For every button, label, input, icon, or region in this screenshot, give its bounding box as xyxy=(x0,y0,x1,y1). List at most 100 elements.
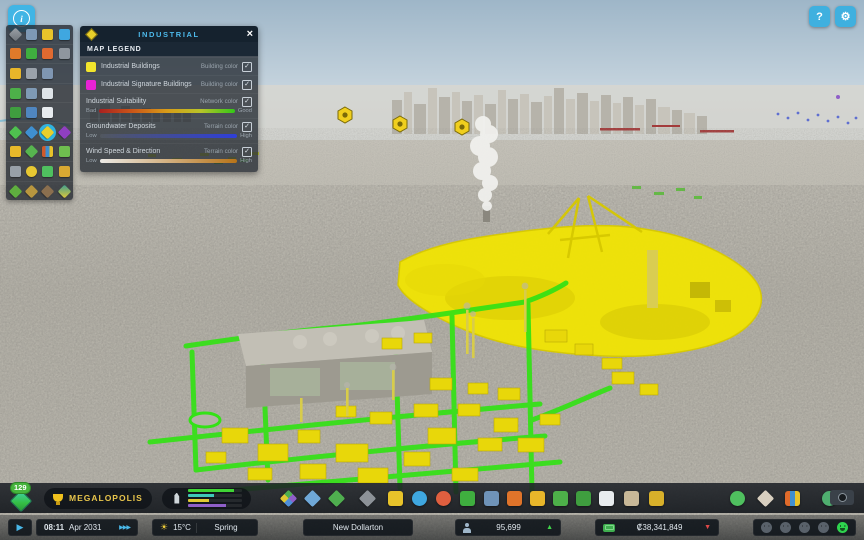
sidebar-item-fertility[interactable] xyxy=(7,123,23,141)
happiness-pill[interactable] xyxy=(753,519,856,536)
tool-healthcare[interactable] xyxy=(436,491,451,506)
legend-row: Wind Speed & DirectionTerrain color✓LowH… xyxy=(80,143,258,168)
sidebar-item-water-resources[interactable] xyxy=(23,123,39,141)
speed-controls[interactable]: ▶▶▶ xyxy=(119,524,130,531)
sidebar-item-noise[interactable] xyxy=(7,162,23,180)
resource-marker-icon[interactable] xyxy=(338,107,352,123)
weather-pill[interactable]: ☀ 15°C Spring xyxy=(152,519,258,536)
sidebar-row xyxy=(6,44,73,64)
gradient-high-label: Good xyxy=(238,108,252,114)
photo-mode-button[interactable] xyxy=(830,490,854,505)
sidebar-item-economy[interactable] xyxy=(40,162,56,180)
city-name-pill[interactable]: New Dollarton xyxy=(303,519,413,536)
sidebar-item-zones[interactable] xyxy=(23,25,39,43)
sidebar-item-water[interactable] xyxy=(56,25,72,43)
sidebar-item-happiness[interactable] xyxy=(23,162,39,180)
sidebar-item-land-value[interactable] xyxy=(56,162,72,180)
tool-electricity[interactable] xyxy=(388,491,403,506)
resource-marker-icon[interactable] xyxy=(393,116,407,132)
milestone-widget[interactable]: 129 xyxy=(8,485,36,511)
tool-garbage[interactable] xyxy=(460,491,475,506)
game-viewport: i ? ⚙ INDUSTRIAL × MAP LEGEND Industrial… xyxy=(0,0,864,540)
gradient-bar xyxy=(100,159,237,163)
factory-building[interactable] xyxy=(238,320,432,408)
legend-checkbox[interactable]: ✓ xyxy=(242,80,252,90)
happiness-face-icon xyxy=(780,522,791,533)
tool-roads[interactable] xyxy=(359,489,376,506)
tool-signature-buildings[interactable] xyxy=(304,489,321,506)
population-icon xyxy=(463,523,471,533)
tool-city-journal[interactable] xyxy=(757,489,774,506)
sidebar-item-fire[interactable] xyxy=(40,45,56,63)
legend-checkbox[interactable]: ✓ xyxy=(242,62,252,72)
play-pause-button[interactable]: ▶ xyxy=(8,519,32,536)
parks-icon xyxy=(10,107,21,118)
legend-color-type: Terrain color xyxy=(204,148,238,155)
happiness-face-icon xyxy=(799,522,810,533)
tool-zones[interactable] xyxy=(280,489,297,506)
sidebar-item-garbage[interactable] xyxy=(23,45,39,63)
ore-resources-icon xyxy=(41,184,55,198)
sidebar-item-statistics[interactable] xyxy=(40,143,56,161)
tool-economy[interactable] xyxy=(730,491,745,506)
legend-checkbox[interactable]: ✓ xyxy=(242,147,252,157)
tool-water-sewage[interactable] xyxy=(412,491,427,506)
ore-icon xyxy=(57,125,71,139)
land-value-icon xyxy=(59,166,70,177)
population-pill[interactable]: 95,699 ▲ xyxy=(455,519,561,536)
sidebar-item-oil[interactable] xyxy=(56,182,72,200)
tool-parks-recreation[interactable] xyxy=(576,491,591,506)
legend-checkbox[interactable]: ✓ xyxy=(242,97,252,107)
tool-landscaping[interactable] xyxy=(624,491,639,506)
sidebar-item-healthcare[interactable] xyxy=(7,45,23,63)
demand-bar-track xyxy=(188,504,242,507)
resource-marker-icon[interactable] xyxy=(455,119,469,135)
sidebar-item-transportation[interactable] xyxy=(7,84,23,102)
legend-gradient-row: LowHigh xyxy=(86,132,252,140)
sidebar-item-fertile-land[interactable] xyxy=(23,182,39,200)
tool-education[interactable] xyxy=(484,491,499,506)
sidebar-item-parks[interactable] xyxy=(7,104,23,122)
demand-bar-track xyxy=(188,499,242,502)
sidebar-item-land-use[interactable] xyxy=(23,143,39,161)
demand-pill[interactable] xyxy=(162,488,251,509)
sidebar-item-tourism[interactable] xyxy=(23,104,39,122)
tool-vehicle-depot[interactable] xyxy=(649,491,664,506)
settings-button[interactable]: ⚙ xyxy=(835,6,856,27)
tool-fire-rescue[interactable] xyxy=(507,491,522,506)
sidebar-row xyxy=(6,142,73,162)
legend-row: Industrial Signature BuildingsBuilding c… xyxy=(80,75,258,93)
sidebar-item-forestry[interactable] xyxy=(7,182,23,200)
sidebar-item-ore[interactable] xyxy=(56,123,72,141)
close-icon[interactable]: × xyxy=(247,27,253,41)
sidebar-item-police[interactable] xyxy=(7,64,23,82)
sidebar-item-maintenance[interactable] xyxy=(56,45,72,63)
sidebar-item-telecom[interactable] xyxy=(40,84,56,102)
sidebar-item-education[interactable] xyxy=(40,64,56,82)
tool-statistics[interactable] xyxy=(785,491,800,506)
administration-icon xyxy=(26,68,37,79)
sidebar-item-pollution[interactable] xyxy=(56,143,72,161)
sidebar-item-housing[interactable] xyxy=(7,143,23,161)
legend-checkbox[interactable]: ✓ xyxy=(242,122,252,132)
sidebar-item-post[interactable] xyxy=(23,84,39,102)
tool-police[interactable] xyxy=(530,491,545,506)
sidebar-item-roads[interactable] xyxy=(7,25,23,43)
tool-transportation[interactable] xyxy=(553,491,568,506)
sidebar-item-ore-resources[interactable] xyxy=(40,182,56,200)
milestone-title-pill[interactable]: MEGALOPOLIS xyxy=(44,488,152,509)
garbage-icon xyxy=(26,48,37,59)
sidebar-row xyxy=(6,122,73,142)
tool-communications[interactable] xyxy=(599,491,614,506)
money-pill[interactable]: ₡38,341,849 ▼ xyxy=(595,519,719,536)
tool-areas[interactable] xyxy=(328,489,345,506)
sidebar-item-electricity[interactable] xyxy=(40,25,56,43)
time-date-pill[interactable]: 08:11 Apr 2031 ▶▶▶ xyxy=(36,519,138,536)
sidebar-row xyxy=(6,83,73,103)
legend-color-type: Network color xyxy=(200,98,238,105)
noise-icon xyxy=(10,166,21,177)
sidebar-item-administration[interactable] xyxy=(23,64,39,82)
sidebar-item-wind[interactable] xyxy=(40,104,56,122)
help-button[interactable]: ? xyxy=(809,6,830,27)
sidebar-item-industrial[interactable] xyxy=(40,123,56,141)
